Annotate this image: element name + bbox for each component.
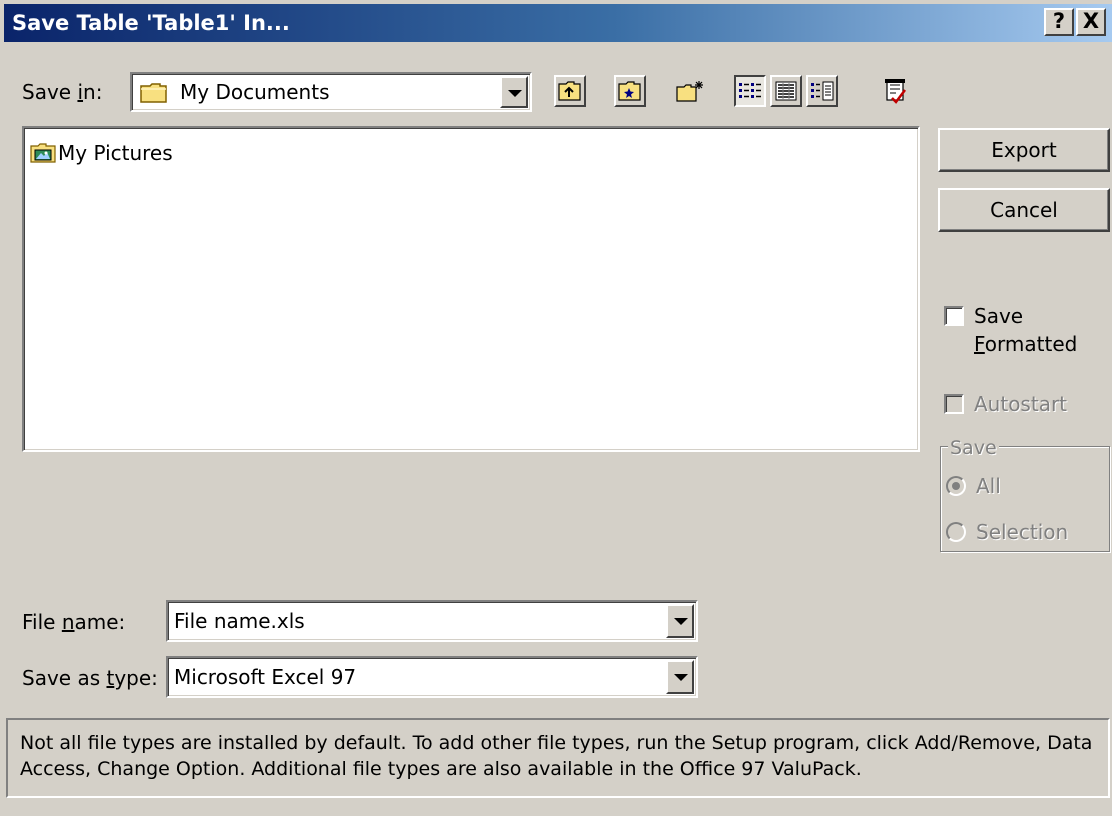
pictures-folder-icon xyxy=(30,143,56,163)
list-item-label: My Pictures xyxy=(58,141,173,165)
folder-icon xyxy=(140,83,167,103)
save-as-type-value: Microsoft Excel 97 xyxy=(174,665,357,689)
save-all-radio[interactable] xyxy=(946,476,966,496)
file-name-dropdown-button[interactable] xyxy=(666,604,694,638)
list-item[interactable]: My Pictures xyxy=(30,140,173,166)
save-formatted-label-line2: Formatted xyxy=(974,332,1078,356)
file-name-label: File name: xyxy=(22,610,126,634)
look-in-favorites-button[interactable] xyxy=(614,75,646,107)
save-selection-radio[interactable] xyxy=(946,522,966,542)
save-as-type-dropdown-button[interactable] xyxy=(666,660,694,694)
cancel-button[interactable]: Cancel xyxy=(938,188,1110,232)
save-formatted-label: Save xyxy=(974,304,1024,328)
save-all-label: All xyxy=(976,474,1001,498)
file-name-value: File name.xls xyxy=(174,609,305,633)
details-view-button[interactable] xyxy=(770,75,802,107)
details-view-icon xyxy=(775,81,797,101)
up-one-level-button[interactable] xyxy=(554,75,586,107)
properties-view-icon xyxy=(811,81,834,101)
file-types-info-text: Not all file types are installed by defa… xyxy=(20,732,1093,780)
close-button[interactable]: X xyxy=(1076,8,1106,36)
save-in-select[interactable]: My Documents xyxy=(130,72,532,112)
save-in-label: Save in: xyxy=(22,80,103,104)
create-new-folder-icon xyxy=(676,81,703,102)
look-in-favorites-icon xyxy=(618,81,641,101)
help-button[interactable]: ? xyxy=(1044,8,1074,36)
save-formatted-checkbox[interactable] xyxy=(944,306,964,326)
autostart-label: Autostart xyxy=(974,392,1068,416)
file-name-input[interactable]: File name.xls xyxy=(166,600,698,642)
file-types-info-box: Not all file types are installed by defa… xyxy=(6,718,1110,798)
save-selection-label: Selection xyxy=(976,520,1069,544)
save-table-dialog: Save Table 'Table1' In... ? X Save in: M… xyxy=(0,0,1112,816)
save-in-dropdown-button[interactable] xyxy=(500,76,528,108)
commands-and-settings-button[interactable] xyxy=(880,75,912,107)
save-as-type-label: Save as type: xyxy=(22,666,158,690)
export-button[interactable]: Export xyxy=(938,128,1110,172)
window-title: Save Table 'Table1' In... xyxy=(12,11,290,35)
save-in-value: My Documents xyxy=(180,80,330,104)
close-icon: X xyxy=(1082,9,1100,33)
list-view-button[interactable] xyxy=(734,75,766,107)
help-icon: ? xyxy=(1052,9,1066,33)
file-list[interactable]: My Pictures xyxy=(22,126,920,452)
autostart-checkbox[interactable] xyxy=(944,394,964,414)
create-new-folder-button[interactable] xyxy=(674,75,706,107)
save-range-group-label: Save xyxy=(948,436,999,460)
title-bar[interactable]: Save Table 'Table1' In... ? X xyxy=(4,4,1112,42)
save-as-type-select[interactable]: Microsoft Excel 97 xyxy=(166,656,698,698)
list-view-icon xyxy=(739,83,761,98)
properties-view-button[interactable] xyxy=(806,75,838,107)
commands-and-settings-icon xyxy=(885,79,906,104)
up-one-level-icon xyxy=(558,81,581,101)
